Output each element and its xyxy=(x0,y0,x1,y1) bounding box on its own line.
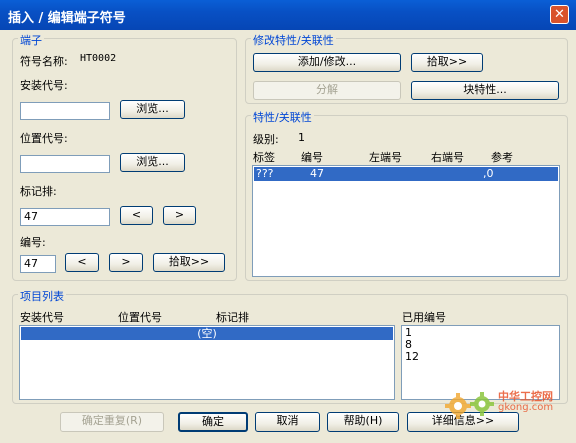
row-number: 47 xyxy=(310,167,324,180)
column-header-tag: 标签 xyxy=(253,151,275,164)
symbol-name-value: HT0002 xyxy=(80,53,117,64)
column-header-number: 编号 xyxy=(301,151,323,164)
location-code-field[interactable] xyxy=(20,155,110,173)
number-field[interactable]: 47 xyxy=(20,255,56,273)
ok-repeat-button[interactable]: 确定重复(R) xyxy=(60,412,164,432)
install-code-field[interactable] xyxy=(20,102,110,120)
row-ref: ,0 xyxy=(483,167,494,180)
tag-strip-label: 标记排: xyxy=(20,185,57,198)
symbol-name-label: 符号名称: xyxy=(20,55,68,68)
used-numbers-label: 已用编号 xyxy=(402,311,446,324)
list-item[interactable]: (空) xyxy=(21,327,393,340)
row-tag: ??? xyxy=(256,167,274,180)
install-code-label: 安装代号: xyxy=(20,79,68,92)
terminal-legend: 端子 xyxy=(18,32,44,48)
watermark-url: gkong.com xyxy=(498,402,554,413)
cancel-button[interactable]: 取消 xyxy=(255,412,320,432)
items-legend: 项目列表 xyxy=(18,288,66,304)
split-button[interactable]: 分解 xyxy=(253,81,401,100)
number-label: 编号: xyxy=(20,236,46,249)
modify-pick-button[interactable]: 拾取>> xyxy=(411,53,483,72)
used-number-item[interactable]: 1 xyxy=(405,327,556,339)
tag-strip-prev-button[interactable]: < xyxy=(120,206,153,225)
used-number-item[interactable]: 8 xyxy=(405,339,556,351)
number-pick-button[interactable]: 拾取>> xyxy=(153,253,225,272)
number-next-button[interactable]: > xyxy=(109,253,143,272)
used-number-item[interactable]: 12 xyxy=(405,351,556,363)
column-header-right: 右端号 xyxy=(431,151,464,164)
browse-location-button[interactable]: 浏览... xyxy=(120,153,185,172)
properties-list[interactable]: ??? 47 ,0 xyxy=(252,165,560,277)
items-header-location: 位置代号 xyxy=(118,311,162,324)
level-label: 级别: xyxy=(253,133,279,146)
table-row[interactable]: ??? 47 ,0 xyxy=(254,167,558,181)
window-title: 插入 / 编辑端子符号 xyxy=(8,11,126,26)
tag-strip-field[interactable]: 47 xyxy=(20,208,110,226)
items-header-tag-strip: 标记排 xyxy=(216,311,249,324)
close-button[interactable]: ✕ xyxy=(550,5,569,24)
add-modify-button[interactable]: 添加/修改... xyxy=(253,53,401,72)
tag-strip-next-button[interactable]: > xyxy=(163,206,196,225)
location-code-label: 位置代号: xyxy=(20,132,68,145)
items-header-install: 安装代号 xyxy=(20,311,64,324)
ok-button[interactable]: 确定 xyxy=(178,412,248,432)
column-header-left: 左端号 xyxy=(369,151,402,164)
items-list[interactable]: (空) xyxy=(19,325,395,400)
block-properties-button[interactable]: 块特性... xyxy=(411,81,559,100)
help-button[interactable]: 帮助(H) xyxy=(327,412,399,432)
column-header-ref: 参考 xyxy=(491,151,513,164)
watermark-logo: 中华工控网 gkong.com xyxy=(440,380,576,440)
properties-legend: 特性/关联性 xyxy=(251,109,314,125)
number-prev-button[interactable]: < xyxy=(65,253,99,272)
modify-legend: 修改特性/关联性 xyxy=(251,32,336,48)
browse-install-button[interactable]: 浏览... xyxy=(120,100,185,119)
level-value: 1 xyxy=(298,131,305,144)
